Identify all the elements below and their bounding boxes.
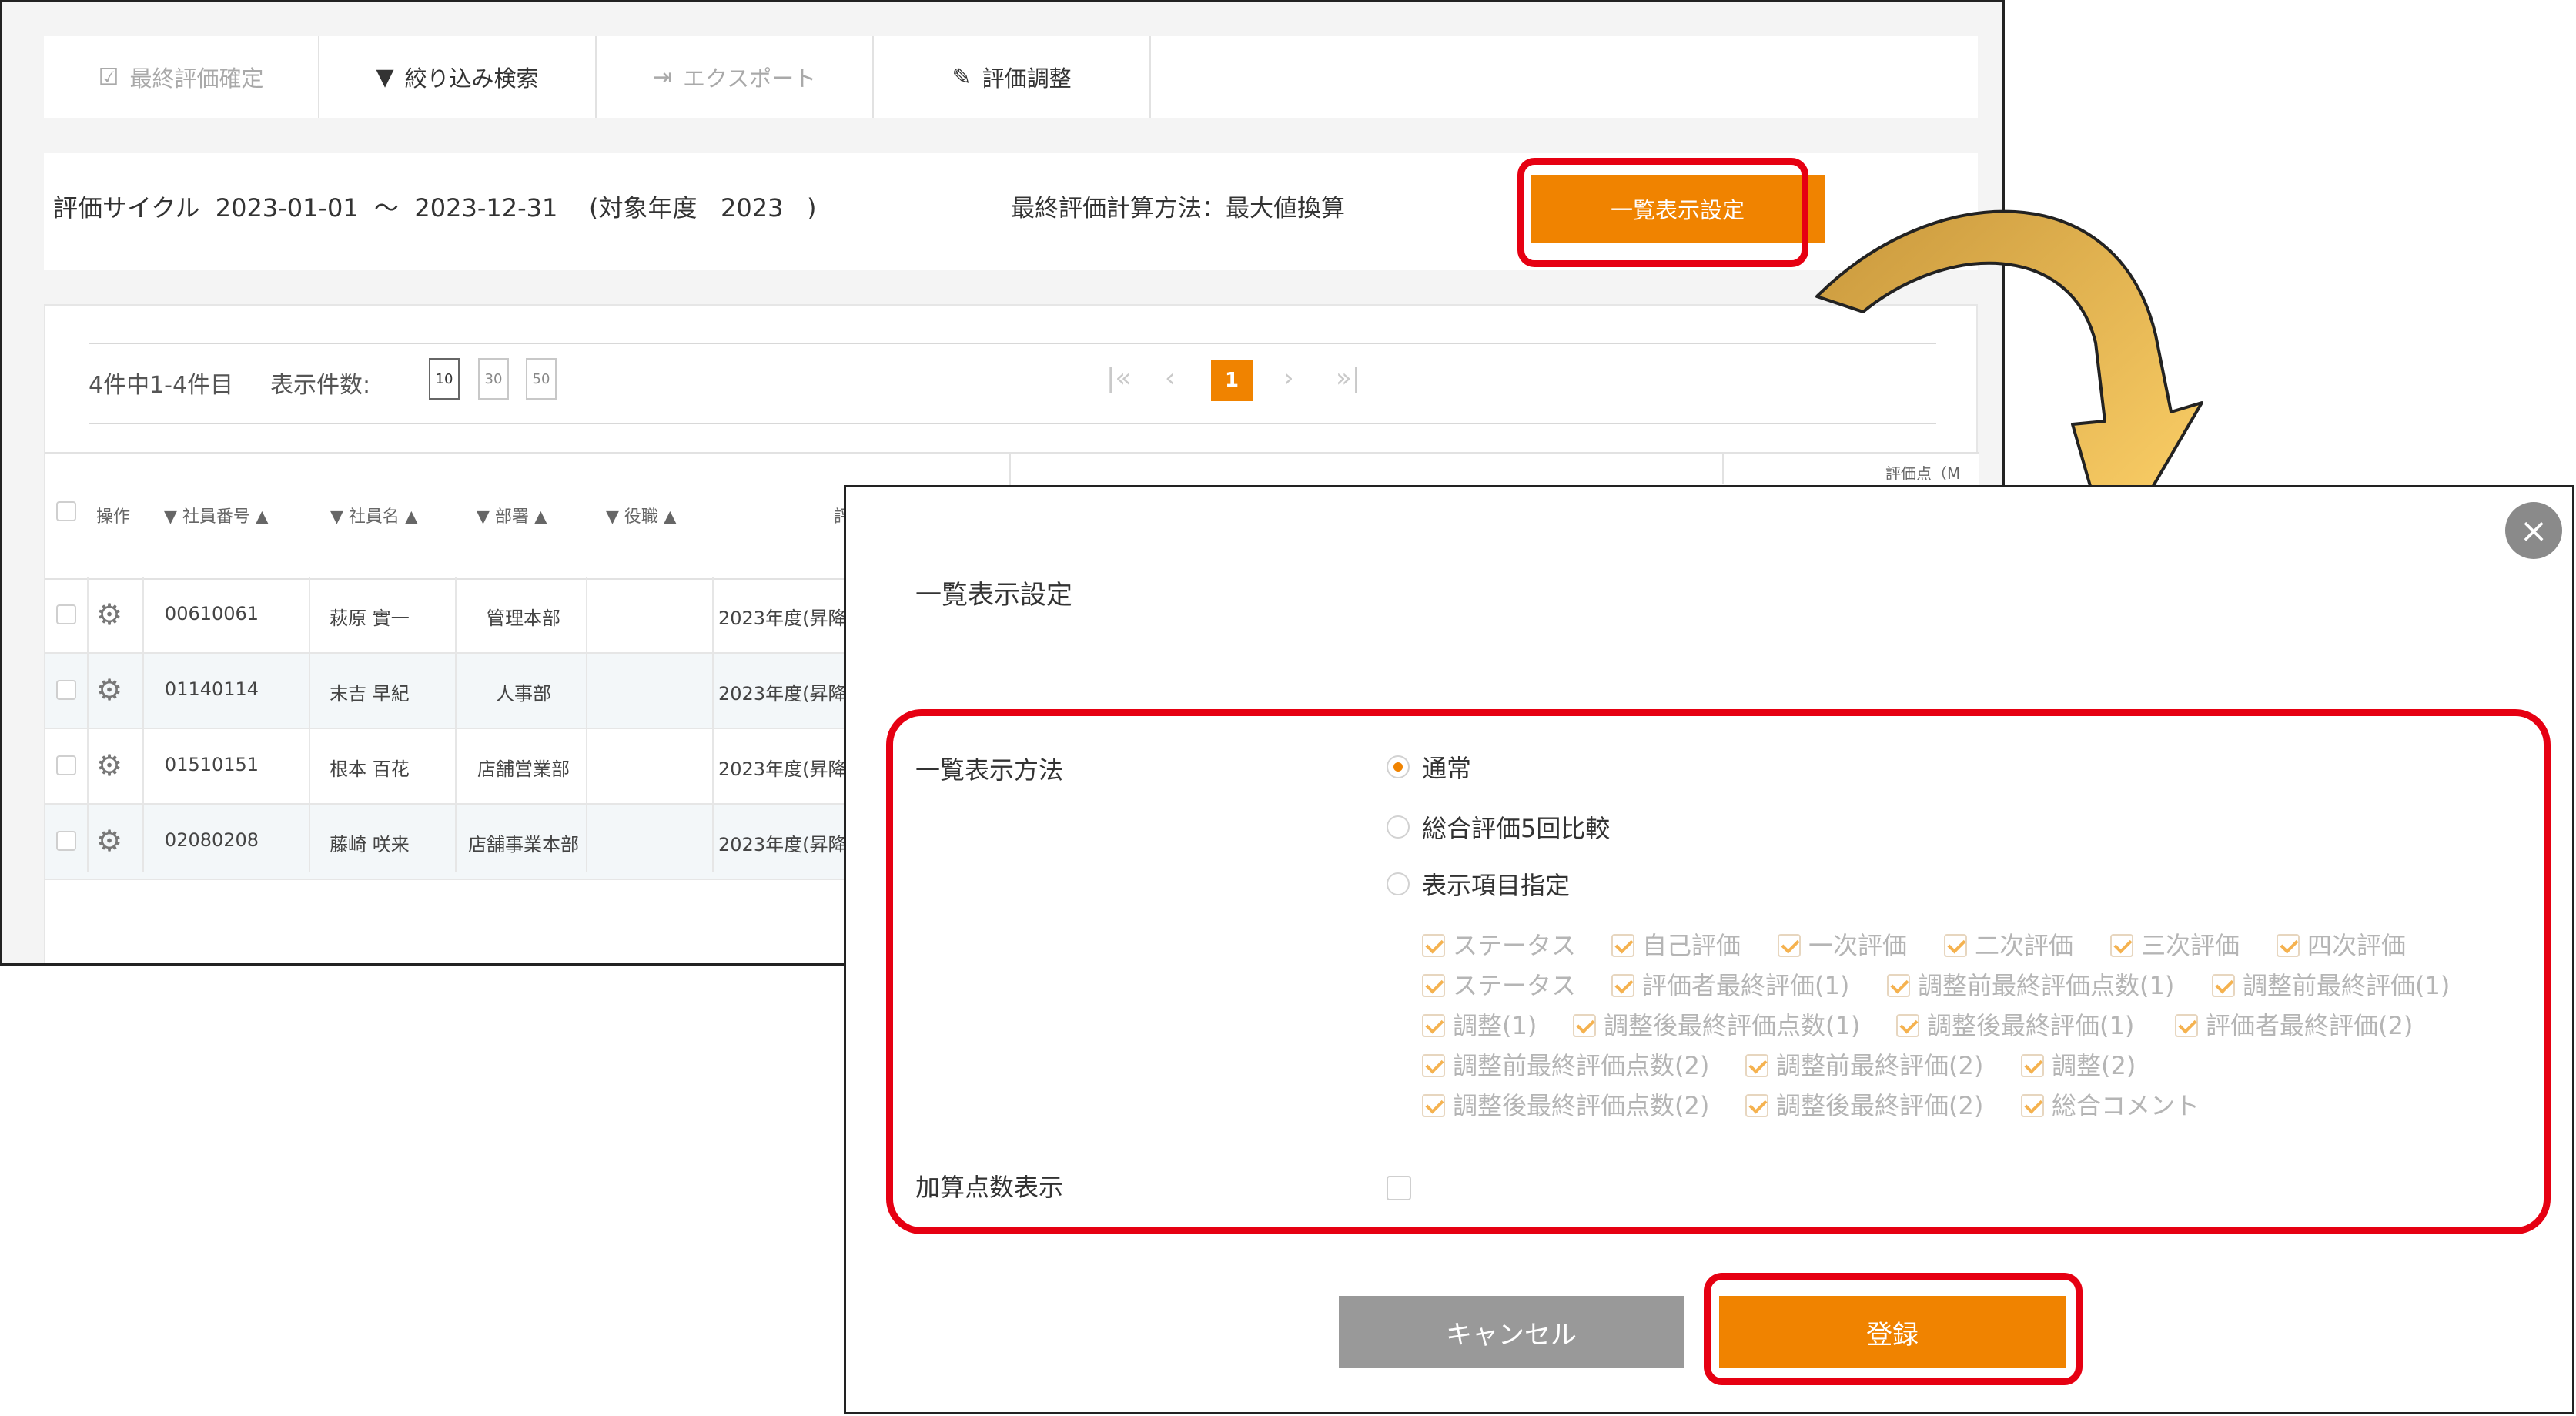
toolbar-label: 最終評価確定 <box>129 65 264 92</box>
select-all-checkbox[interactable] <box>56 501 76 521</box>
row-checkbox[interactable] <box>56 831 76 851</box>
cell-evaluation-cycle: 2023年度(昇降 <box>718 608 847 629</box>
column-divider <box>309 577 310 872</box>
row-checkbox[interactable] <box>56 680 76 700</box>
list-display-settings-modal: 一覧表示設定 一覧表示方法 通常 総合評価5回比較 表示項目指定 ステータス 自… <box>844 485 2574 1414</box>
list-settings-highlight-frame <box>1517 158 1808 267</box>
column-divider <box>87 577 89 872</box>
cell-employee-name: 末吉 早紀 <box>330 683 410 705</box>
gear-icon[interactable]: ⚙ <box>96 675 122 705</box>
cell-employee-name: 萩原 實一 <box>330 608 410 629</box>
modal-title: 一覧表示設定 <box>915 580 1072 611</box>
pencil-icon: ✎ <box>952 63 972 91</box>
current-page-button[interactable]: 1 <box>1211 360 1253 401</box>
per-page-30[interactable]: 30 <box>478 358 509 400</box>
cell-department: 人事部 <box>496 683 551 705</box>
next-page-icon[interactable]: › <box>1283 363 1294 393</box>
cell-employee-number: 01140114 <box>164 678 259 700</box>
row-checkbox[interactable] <box>56 755 76 775</box>
last-page-icon[interactable]: »| <box>1336 363 1360 393</box>
toolbar: ☑ 最終評価確定 ▼ 絞り込み検索 ⇥ エクスポート ✎ 評価調整 <box>44 36 1978 118</box>
column-divider <box>586 577 587 872</box>
checkbox-edit-icon: ☑ <box>98 63 119 91</box>
cell-department: 店舗事業本部 <box>468 834 579 855</box>
evaluation-cycle-text: 評価サイクル 2023-01-01 ～ 2023-12-31 (対象年度 202… <box>53 193 817 223</box>
per-page-10[interactable]: 10 <box>429 358 460 400</box>
filter-search-button[interactable]: ▼ 絞り込み検索 <box>319 36 597 118</box>
row-checkbox[interactable] <box>56 604 76 624</box>
toolbar-label: 絞り込み検索 <box>404 65 539 92</box>
cell-evaluation-cycle: 2023年度(昇降 <box>718 834 847 855</box>
gear-icon[interactable]: ⚙ <box>96 751 122 780</box>
export-icon: ⇥ <box>652 63 672 91</box>
column-divider <box>455 577 457 872</box>
header-operations: 操作 <box>96 507 131 527</box>
header-position[interactable]: ▼ 役職 ▲ <box>606 503 677 527</box>
first-page-icon[interactable]: |« <box>1106 363 1131 393</box>
options-highlight-frame <box>886 709 2551 1234</box>
cell-employee-number: 01510151 <box>164 754 259 775</box>
column-divider <box>142 577 144 872</box>
cell-department: 管理本部 <box>487 608 560 629</box>
evaluation-adjust-button[interactable]: ✎ 評価調整 <box>874 36 1151 118</box>
close-icon[interactable]: × <box>2505 502 2562 559</box>
cell-evaluation-cycle: 2023年度(昇降 <box>718 683 847 705</box>
register-highlight-frame <box>1704 1273 2083 1385</box>
calculation-method-text: 最終評価計算方法：最大値換算 <box>1011 195 1345 223</box>
header-department[interactable]: ▼ 部署 ▲ <box>477 503 547 527</box>
per-page-label: 表示件数: <box>270 372 371 399</box>
header-divider <box>1722 454 1724 484</box>
cell-evaluation-cycle: 2023年度(昇降 <box>718 758 847 780</box>
gear-icon[interactable]: ⚙ <box>96 600 122 629</box>
column-divider <box>712 577 714 872</box>
toolbar-label: エクスポート <box>683 65 817 92</box>
cell-employee-name: 根本 百花 <box>330 758 410 780</box>
cell-employee-number: 00610061 <box>164 603 259 624</box>
filter-icon: ▼ <box>376 63 394 91</box>
pager-row: 4件中1-4件目 表示件数: 10 30 50 |« ‹ 1 › »| <box>89 343 1936 424</box>
gear-icon[interactable]: ⚙ <box>96 826 122 855</box>
record-count: 4件中1-4件目 <box>89 372 234 399</box>
cell-employee-name: 藤崎 咲来 <box>330 834 410 855</box>
cancel-button[interactable]: キャンセル <box>1339 1296 1684 1368</box>
header-employee-name[interactable]: ▼ 社員名 ▲ <box>330 503 418 527</box>
cell-department: 店舗営業部 <box>477 758 570 780</box>
final-evaluation-confirm-button[interactable]: ☑ 最終評価確定 <box>44 36 319 118</box>
toolbar-label: 評価調整 <box>982 65 1072 92</box>
prev-page-icon[interactable]: ‹ <box>1165 363 1176 393</box>
header-employee-number[interactable]: ▼ 社員番号 ▲ <box>164 503 269 527</box>
cell-employee-number: 02080208 <box>164 829 259 851</box>
export-button[interactable]: ⇥ エクスポート <box>597 36 874 118</box>
per-page-50[interactable]: 50 <box>526 358 557 400</box>
